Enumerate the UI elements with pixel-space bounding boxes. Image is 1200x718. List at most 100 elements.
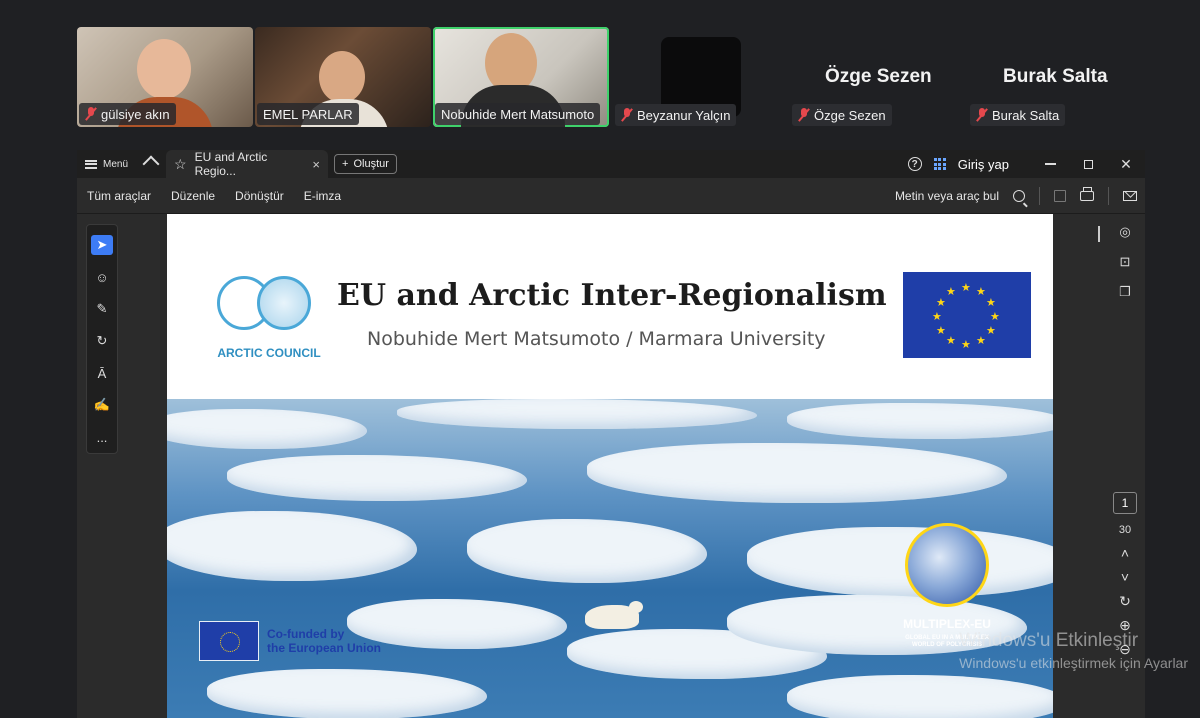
- participant-display-name[interactable]: Burak Salta: [1003, 66, 1108, 88]
- multiplex-title: MULTIPLEX-EU: [903, 617, 991, 631]
- arctic-council-logo: ARCTIC COUNCIL: [209, 276, 329, 360]
- document-tab-title: EU and Arctic Regio...: [194, 150, 268, 178]
- right-side-rail: ◎ ⊡ ❐: [1113, 224, 1137, 300]
- flag-star: ★: [961, 339, 971, 351]
- text-box-icon[interactable]: Ā: [91, 363, 113, 383]
- tab-close-icon[interactable]: ×: [312, 157, 320, 172]
- participant-name-tag: Özge Sezen: [792, 104, 892, 126]
- draw-freehand-icon[interactable]: ↻: [91, 331, 113, 351]
- copy-pages-icon[interactable]: ❐: [1119, 284, 1131, 300]
- slide-header: ARCTIC COUNCIL EU and Arctic Inter-Regio…: [167, 214, 1053, 399]
- participant-name: Özge Sezen: [814, 107, 886, 123]
- participant-name-tag: Nobuhide Mert Matsumoto: [435, 103, 601, 125]
- ice-floe: [167, 511, 417, 581]
- ice-floe: [207, 669, 487, 718]
- multiplex-globe: [905, 523, 989, 607]
- flag-star: ★: [936, 297, 946, 309]
- toolbar-right: Metin veya araç bul: [895, 178, 1137, 214]
- mic-off-icon: [85, 107, 97, 121]
- cofunded-line-1: Co-funded by: [267, 627, 345, 641]
- participant-name: Burak Salta: [992, 107, 1060, 123]
- flag-star: ★: [976, 335, 986, 347]
- eu-cofunded-badge: Co-funded by the European Union: [199, 620, 399, 662]
- create-button[interactable]: + Oluştur: [334, 154, 397, 174]
- next-page-chevron-down-icon[interactable]: ˅: [1121, 570, 1129, 584]
- mic-off-icon: [976, 108, 988, 122]
- signature-icon[interactable]: ✍: [91, 395, 113, 415]
- comment-icon[interactable]: ◎: [1119, 224, 1130, 240]
- home-icon: [144, 157, 158, 171]
- convert-menu[interactable]: Dönüştür: [225, 189, 294, 203]
- flag-star: ★: [946, 335, 956, 347]
- print-icon[interactable]: [1080, 187, 1094, 201]
- star-icon[interactable]: ☆: [174, 156, 187, 173]
- participant-display-name[interactable]: Özge Sezen: [825, 66, 932, 88]
- rotate-refresh-icon[interactable]: ↻: [1119, 594, 1131, 608]
- home-button[interactable]: [136, 150, 166, 178]
- mic-off-icon: [798, 108, 810, 122]
- flag-star: ★: [946, 286, 956, 298]
- current-page-input[interactable]: 1: [1113, 492, 1137, 514]
- more-tools-icon[interactable]: ...: [91, 427, 113, 447]
- add-comment-icon[interactable]: ☺: [91, 267, 113, 287]
- participant-face: [485, 33, 537, 93]
- participant-name-tag: Burak Salta: [970, 104, 1066, 126]
- document-tab[interactable]: ☆ EU and Arctic Regio... ×: [166, 150, 329, 178]
- participant-name-tag: Beyzanur Yalçın: [615, 104, 737, 126]
- restore-button[interactable]: [1069, 150, 1107, 178]
- create-label: Oluştur: [353, 158, 389, 170]
- mic-off-icon: [621, 108, 633, 122]
- total-pages: 30: [1118, 524, 1132, 536]
- select-cursor-icon[interactable]: ➤: [91, 235, 113, 255]
- ice-floe: [587, 443, 1007, 503]
- esign-menu[interactable]: E-imza: [294, 189, 351, 203]
- participant-name-tag: EMEL PARLAR: [257, 103, 359, 125]
- slide-subtitle: Nobuhide Mert Matsumoto / Marmara Univer…: [367, 328, 826, 350]
- ice-floe: [167, 409, 367, 449]
- hamburger-menu-icon: [85, 159, 97, 169]
- polar-bear: [585, 601, 643, 629]
- flag-star: ★: [961, 282, 971, 294]
- email-icon[interactable]: [1123, 191, 1137, 201]
- restore-icon: [1083, 159, 1093, 169]
- divider: [1039, 187, 1040, 205]
- help-icon[interactable]: ?: [907, 157, 922, 171]
- bookmark-icon[interactable]: ⊡: [1120, 254, 1131, 270]
- watermark-line-2: Windows'u etkinleştirmek için Ayarlar: [959, 655, 1188, 671]
- windows-activation-watermark: Windows'u Etkinleştir Windows'u etkinleş…: [959, 630, 1188, 674]
- previous-page-chevron-up-icon[interactable]: ˄: [1121, 546, 1129, 560]
- main-toolbar: Tüm araçlar Düzenle Dönüştür E-imza Meti…: [77, 178, 1145, 214]
- sign-in-button[interactable]: Giriş yap: [958, 157, 1009, 172]
- cofunded-text: Co-funded by the European Union: [267, 627, 381, 655]
- flag-star: ★: [936, 325, 946, 337]
- participant-name: EMEL PARLAR: [263, 106, 353, 122]
- menu-button[interactable]: Menü: [77, 150, 136, 178]
- ice-floe: [787, 675, 1053, 718]
- flag-star: ★: [932, 311, 942, 323]
- search-icon[interactable]: [1013, 190, 1025, 202]
- quick-tools-rail: ➤ ☺ ✎ ↻ Ā ✍ ...: [86, 224, 118, 454]
- eu-flag: ★ ★ ★ ★ ★ ★ ★ ★ ★ ★ ★ ★: [903, 272, 1031, 358]
- edit-menu[interactable]: Düzenle: [161, 189, 225, 203]
- participant-face: [137, 39, 191, 99]
- save-icon[interactable]: [1054, 190, 1066, 202]
- highlight-pen-icon[interactable]: ✎: [91, 299, 113, 319]
- scrollbar-thumb[interactable]: [1098, 226, 1100, 242]
- participant-name: gülsiye akın: [101, 106, 170, 122]
- apps-grid-icon[interactable]: [933, 158, 946, 170]
- participant-tile[interactable]: EMEL PARLAR: [255, 27, 431, 127]
- participant-tile-active[interactable]: Nobuhide Mert Matsumoto: [433, 27, 609, 127]
- ice-floe: [467, 519, 707, 583]
- close-window-button[interactable]: ✕: [1107, 150, 1145, 178]
- participant-tile[interactable]: gülsiye akın: [77, 27, 253, 127]
- all-tools-menu[interactable]: Tüm araçlar: [77, 189, 161, 203]
- plus-icon: +: [342, 158, 349, 170]
- find-text-or-tool[interactable]: Metin veya araç bul: [895, 189, 999, 203]
- participant-name-tag: gülsiye akın: [79, 103, 176, 125]
- menu-label: Menü: [103, 158, 129, 170]
- flag-star: ★: [976, 286, 986, 298]
- minimize-button[interactable]: [1031, 150, 1069, 178]
- participant-name: Nobuhide Mert Matsumoto: [441, 106, 595, 122]
- watermark-line-1: Windows'u Etkinleştir: [959, 630, 1139, 651]
- cofunded-line-2: the European Union: [267, 641, 381, 655]
